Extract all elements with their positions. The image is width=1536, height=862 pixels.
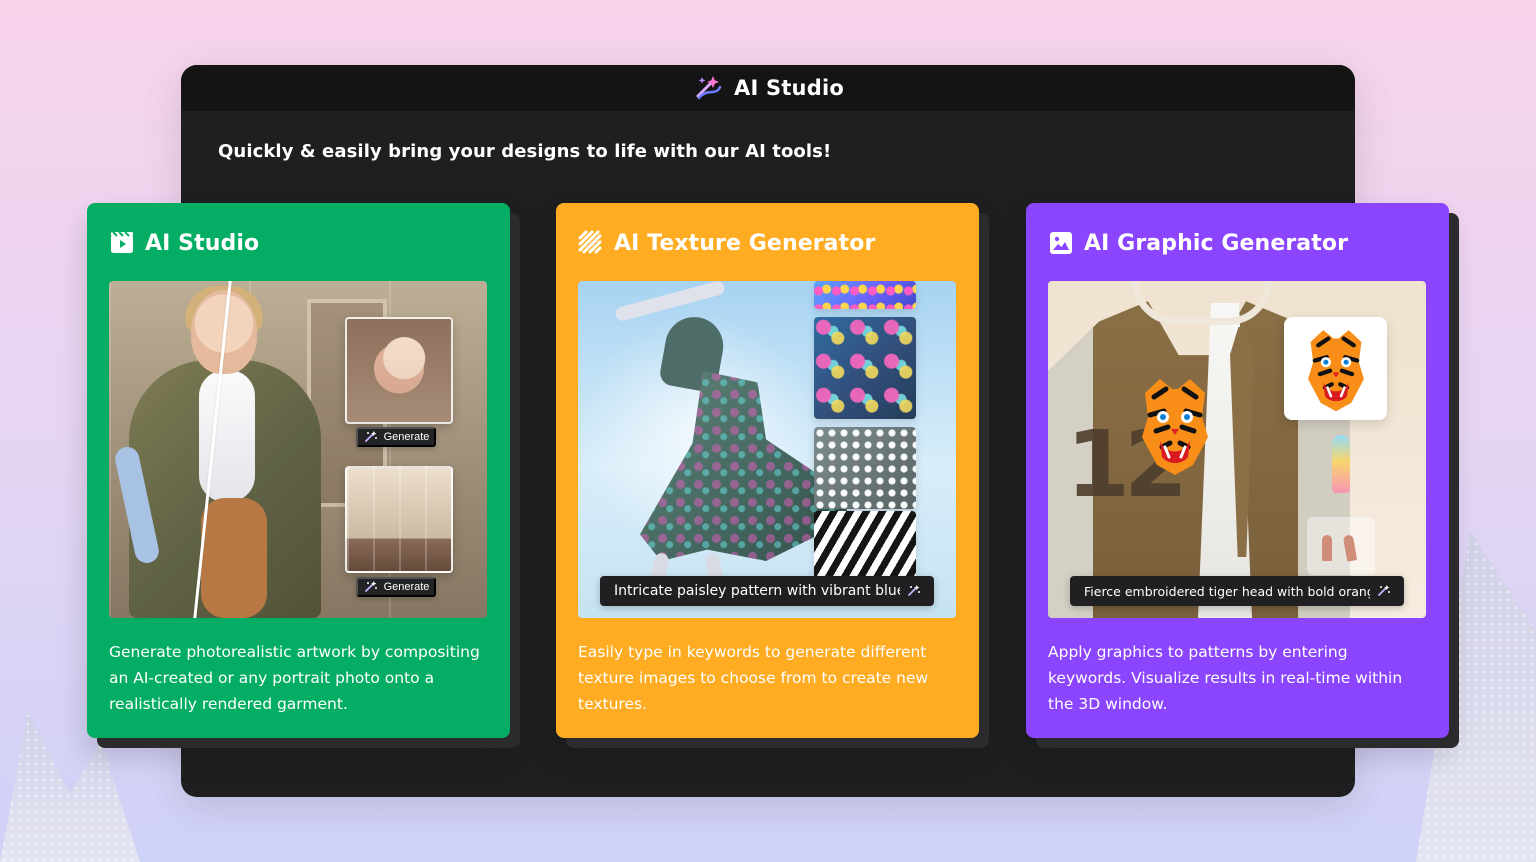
dancing-garment-figure [606, 281, 850, 593]
texture-prompt-field[interactable]: Intricate paisley pattern with vibrant b… [600, 576, 934, 606]
texture-lines-icon [578, 230, 604, 256]
graphic-prompt-field[interactable]: Fierce embroidered tiger head with bold … [1070, 576, 1404, 606]
page-title: AI Studio [734, 76, 844, 100]
generate-room-button[interactable]: Generate [356, 577, 436, 597]
generate-button-label: Generate [383, 431, 430, 443]
ai-texture-generator-card-title: AI Texture Generator [578, 230, 875, 256]
card-title-text: AI Graphic Generator [1084, 230, 1349, 256]
graphic-preview: 12 Fierce embroidered tiger head with bo… [1048, 281, 1426, 618]
page-subtitle: Quickly & easily bring your designs to l… [218, 141, 832, 162]
graphic-prompt-text: Fierce embroidered tiger head with bold … [1084, 583, 1370, 599]
magic-wand-icon[interactable] [906, 583, 922, 599]
texture-prompt-text: Intricate paisley pattern with vibrant b… [614, 583, 900, 599]
portrait-overlay [347, 319, 451, 422]
texture-preview: Intricate paisley pattern with vibrant b… [578, 281, 956, 618]
panel-header: AI Studio [181, 65, 1355, 111]
tiger-graphic-thumbnail[interactable] [1284, 317, 1387, 420]
magic-wand-icon [363, 429, 379, 445]
generate-button-label: Generate [383, 581, 430, 593]
sparkle-wand-icon [692, 72, 724, 104]
ai-studio-card: AI Studio Generate Generate Generate pho… [87, 203, 510, 738]
ai-studio-preview: Generate Generate [109, 281, 487, 618]
magic-wand-icon[interactable] [1376, 583, 1392, 599]
portrait-thumbnail[interactable] [345, 317, 453, 424]
card-title-text: AI Texture Generator [614, 230, 876, 256]
boxer-two [1342, 534, 1358, 562]
illustration-thumbnail[interactable] [1307, 517, 1375, 575]
dots-swatch[interactable] [814, 427, 916, 509]
paisley-swatch-top[interactable] [814, 281, 916, 309]
generate-portrait-button[interactable]: Generate [356, 427, 436, 447]
jacket-collar [1132, 281, 1272, 325]
card-description: Generate photorealistic artwork by compo… [109, 643, 480, 713]
skirt [201, 498, 267, 618]
boxer-one [1322, 535, 1332, 561]
zebra-swatch[interactable] [814, 511, 916, 581]
ai-texture-generator-card: AI Texture Generator Intricate paisley p… [556, 203, 979, 738]
card-description: Easily type in keywords to generate diff… [578, 643, 929, 713]
ai-graphic-generator-card-title: AI Graphic Generator [1048, 230, 1348, 256]
image-icon [1048, 230, 1074, 256]
bottle-graphic-thumbnail[interactable] [1332, 435, 1350, 493]
paisley-swatch-main[interactable] [814, 317, 916, 419]
tiger-patch-on-jacket [1132, 373, 1218, 477]
magic-wand-icon [363, 579, 379, 595]
ai-studio-card-title: AI Studio [109, 230, 259, 256]
film-icon [109, 230, 135, 256]
ai-graphic-generator-card: AI Graphic Generator 12 Fierce embroider… [1026, 203, 1449, 738]
room-overlay [347, 468, 451, 571]
card-description: Apply graphics to patterns by entering k… [1048, 643, 1403, 713]
room-thumbnail[interactable] [345, 466, 453, 573]
card-title-text: AI Studio [145, 230, 260, 256]
